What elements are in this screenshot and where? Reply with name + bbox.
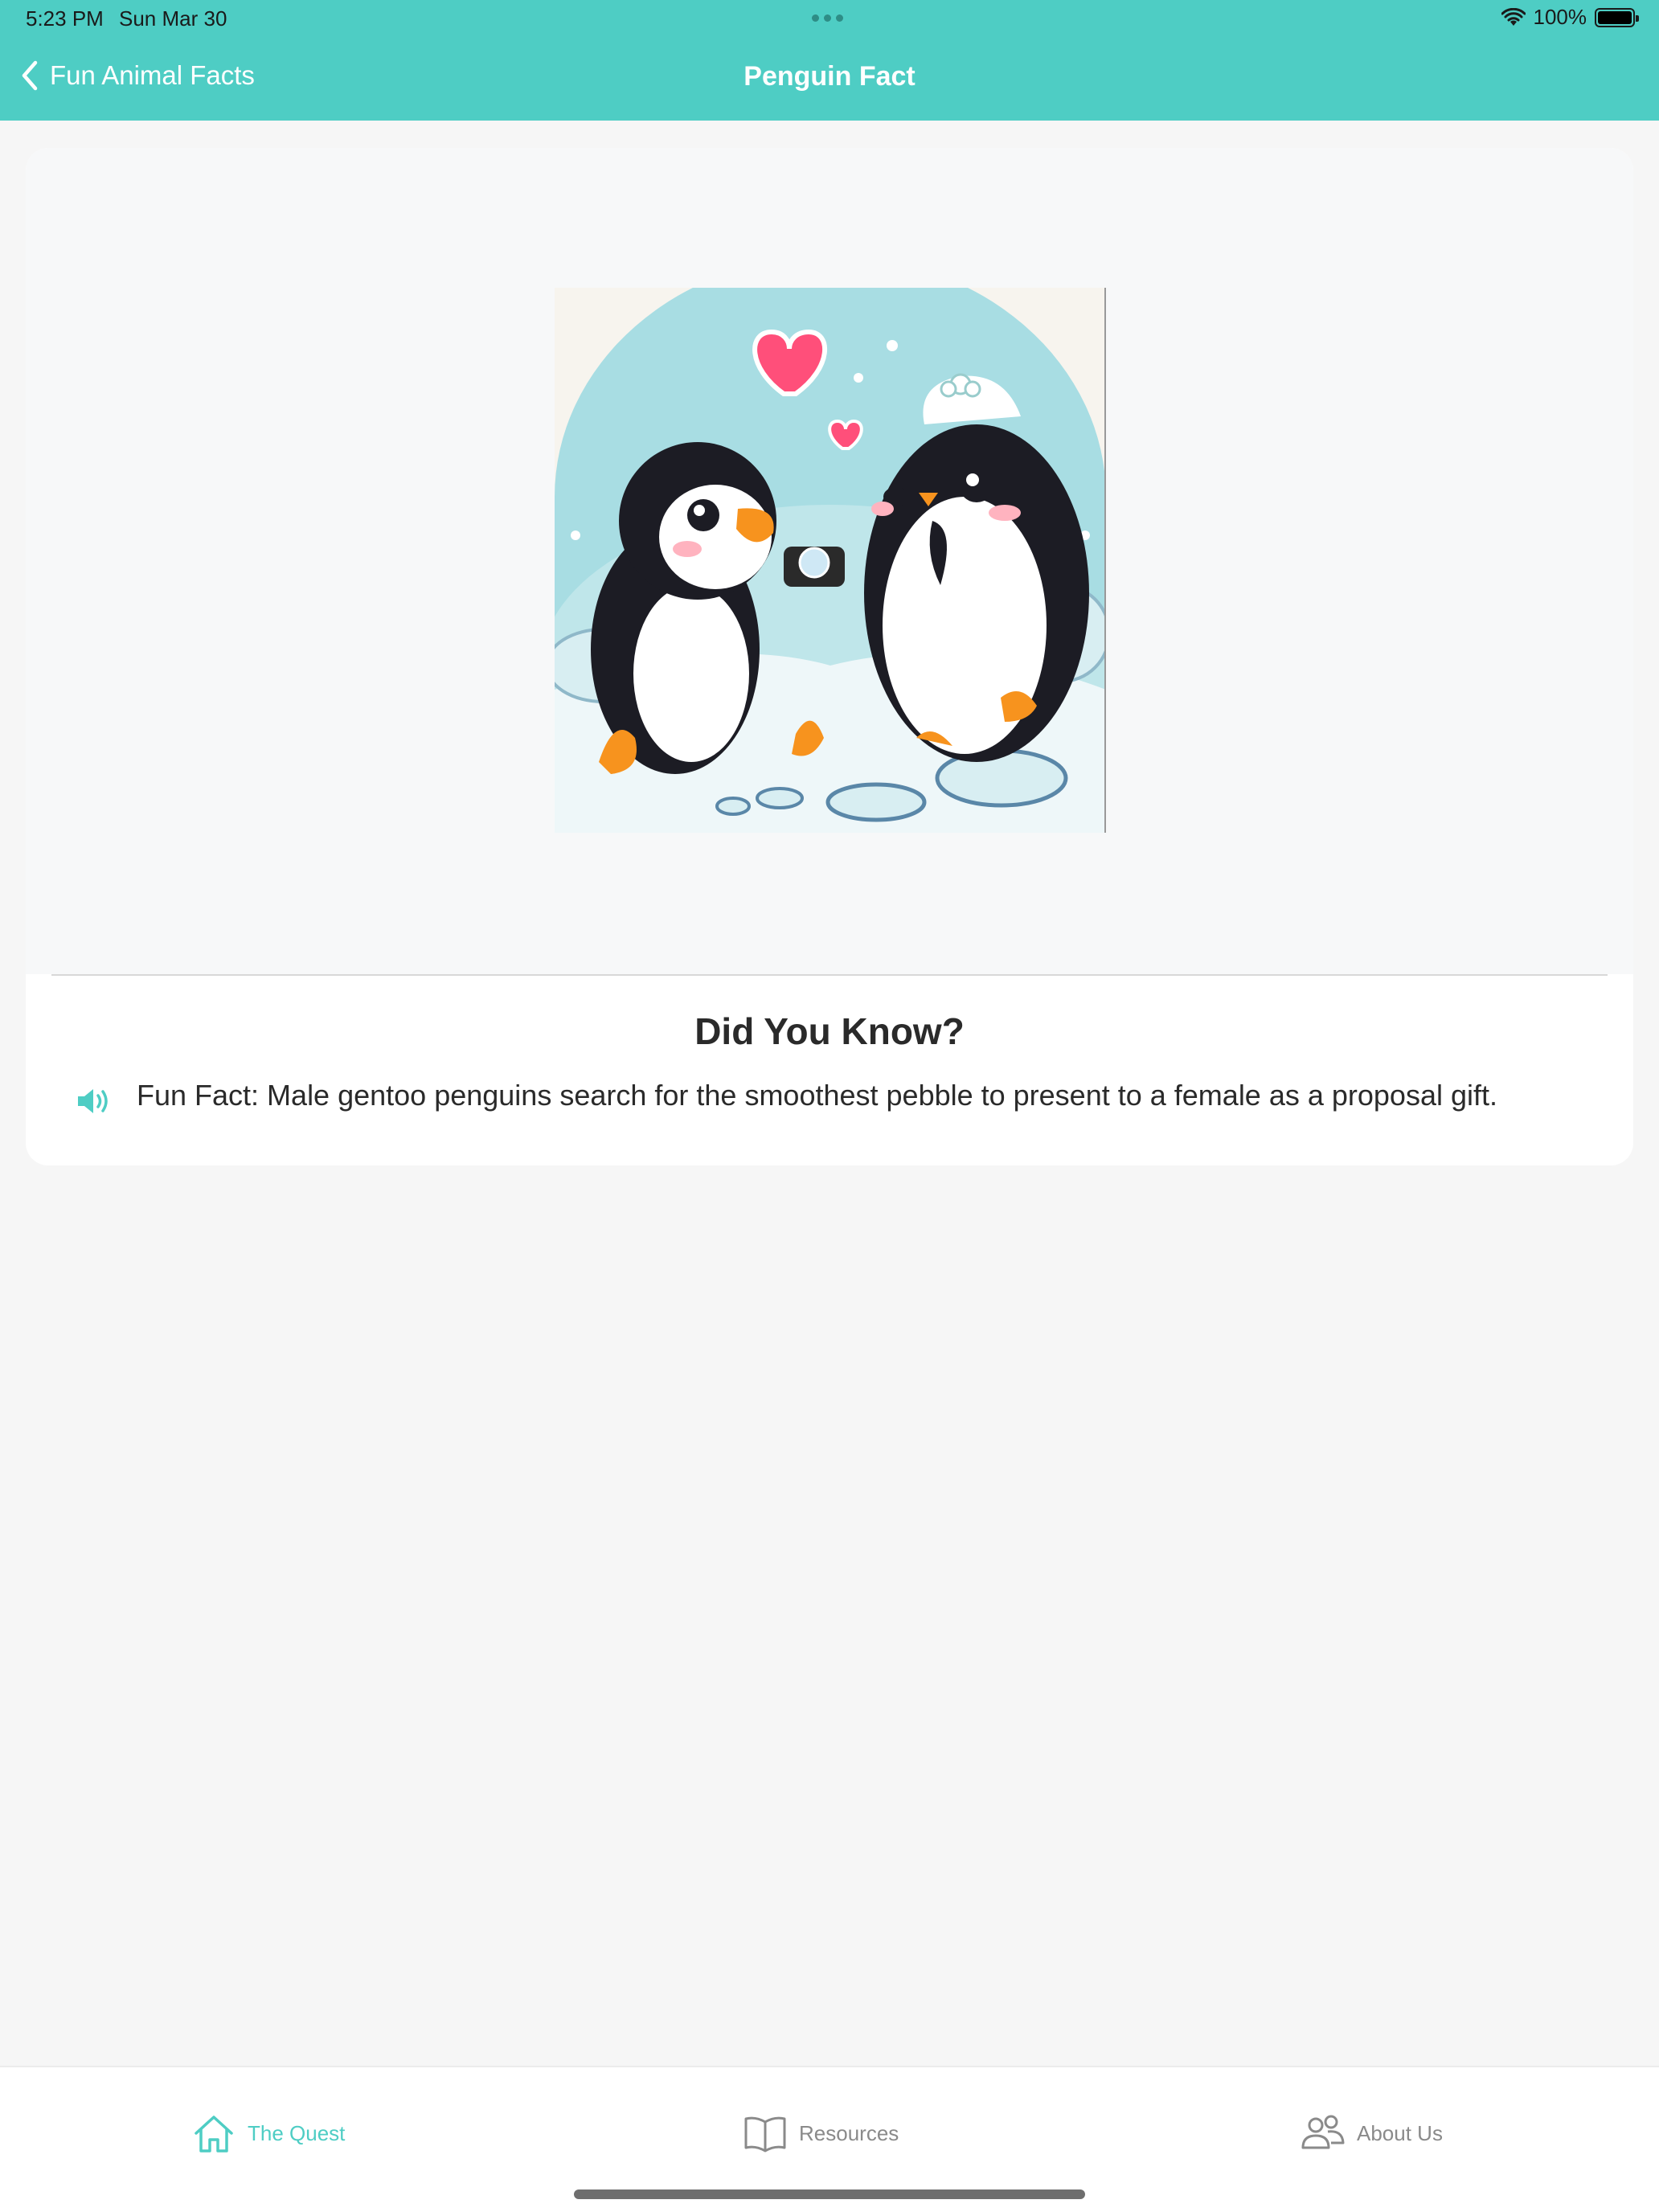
header-bar: 5:23 PM Sun Mar 30 100% Fun Animal Facts…: [0, 0, 1659, 121]
fact-heading: Did You Know?: [694, 1010, 965, 1052]
status-date: Sun Mar 30: [119, 6, 227, 31]
book-icon: [744, 2116, 786, 2153]
tab-label: About Us: [1357, 2120, 1443, 2145]
penguin-proposal-illustration: [555, 288, 1106, 833]
tab-the-quest[interactable]: The Quest: [191, 2112, 345, 2154]
page-title: Penguin Fact: [743, 61, 916, 92]
battery-icon: [1595, 7, 1639, 27]
wifi-icon: [1501, 7, 1526, 26]
fact-card: Did You Know? Fun Fact: Male gentoo peng…: [26, 148, 1633, 1165]
speaker-icon[interactable]: [76, 1085, 111, 1117]
battery-percent: 100%: [1533, 5, 1587, 29]
divider: [51, 974, 1608, 976]
multitasking-dots-icon[interactable]: [812, 14, 843, 22]
tab-about-us[interactable]: About Us: [1301, 2112, 1443, 2154]
tab-label: The Quest: [248, 2120, 346, 2145]
tab-label: Resources: [799, 2120, 899, 2145]
home-icon: [195, 2116, 233, 2153]
fact-text: Fun Fact: Male gentoo penguins search fo…: [137, 1079, 1498, 1112]
image-panel: [26, 148, 1633, 974]
people-icon: [1301, 2115, 1345, 2149]
tab-resources[interactable]: Resources: [743, 2112, 899, 2154]
home-indicator[interactable]: [574, 2189, 1085, 2199]
status-right: 100%: [1501, 5, 1639, 30]
status-time: 5:23 PM: [26, 6, 104, 31]
